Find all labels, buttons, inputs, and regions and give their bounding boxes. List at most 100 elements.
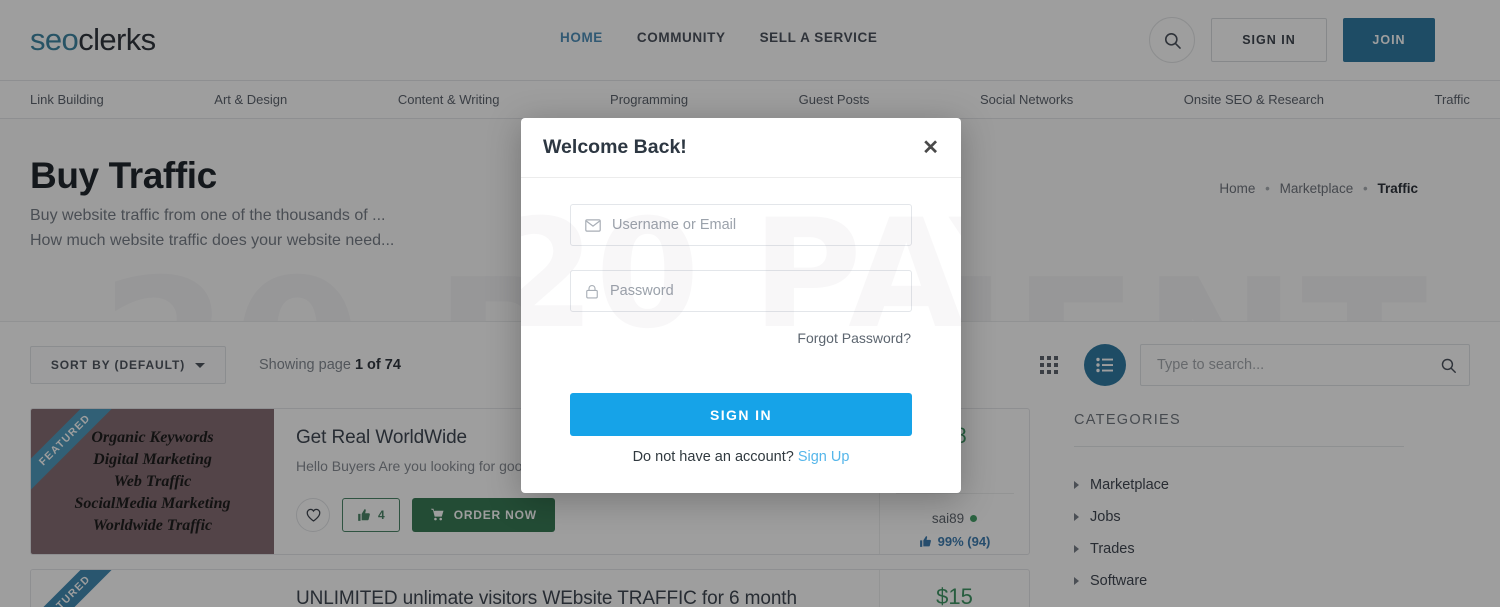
- breadcrumb-separator: •: [1362, 181, 1368, 196]
- thumbs-up-icon: [358, 509, 370, 521]
- modal-header: Welcome Back! ✕: [521, 118, 961, 178]
- sidebar-item-software[interactable]: Software: [1074, 565, 1404, 597]
- catnav-item-onsite-seo-research[interactable]: Onsite SEO & Research: [1184, 92, 1324, 107]
- catnav-item-art-design[interactable]: Art & Design: [214, 92, 287, 107]
- categories-list: Marketplace Jobs Trades Software: [1074, 469, 1404, 597]
- seller-rating: 99% (94): [919, 534, 991, 549]
- catnav-item-traffic[interactable]: Traffic: [1435, 92, 1470, 107]
- listing-thumbnail[interactable]: FEATURED Organic Keywords Digital Market…: [31, 409, 274, 554]
- logo-clerks-text: clerks: [78, 22, 156, 57]
- divider: [895, 493, 1014, 494]
- grid-view-button[interactable]: [1028, 344, 1070, 386]
- chevron-down-icon: [195, 362, 206, 368]
- join-button[interactable]: JOIN: [1343, 18, 1435, 62]
- signup-prompt: Do not have an account?: [632, 449, 794, 465]
- chevron-right-icon: [1074, 577, 1079, 585]
- username-placeholder: Username or Email: [612, 217, 737, 233]
- sidebar-item-label: Jobs: [1090, 509, 1121, 525]
- nav-item-sell-a-service[interactable]: SELL A SERVICE: [760, 30, 878, 45]
- envelope-icon: [585, 218, 601, 232]
- seller-info[interactable]: sai89: [931, 511, 978, 526]
- search-icon[interactable]: [1440, 357, 1457, 374]
- search-icon: [1164, 32, 1181, 49]
- sidebar-item-label: Marketplace: [1090, 477, 1169, 493]
- list-view-icon: [1096, 357, 1113, 373]
- thumb-line: Worldwide Traffic: [92, 517, 213, 534]
- signup-row: Do not have an account? Sign Up: [570, 449, 912, 493]
- listing-body: UNLIMITED unlimate visitors WEbsite TRAF…: [274, 570, 879, 607]
- order-now-label: ORDER NOW: [453, 508, 537, 522]
- header-actions: SIGN IN JOIN: [1149, 17, 1435, 63]
- thumb-line: Web Traffic: [113, 473, 192, 490]
- site-logo[interactable]: seoclerks: [30, 22, 156, 58]
- forgot-password-link[interactable]: Forgot Password?: [570, 330, 912, 346]
- modal-signin-button[interactable]: SIGN IN: [570, 393, 912, 436]
- catnav-item-link-building[interactable]: Link Building: [30, 92, 104, 107]
- sidebar-item-label: Software: [1090, 573, 1148, 589]
- header-search-button[interactable]: [1149, 17, 1195, 63]
- favorite-button[interactable]: [296, 498, 330, 532]
- listing-title[interactable]: UNLIMITED unlimate visitors WEbsite TRAF…: [296, 588, 859, 607]
- thumb-line: SocialMedia Marketing: [74, 495, 231, 512]
- modal-title: Welcome Back!: [543, 136, 687, 158]
- lock-icon: [586, 284, 598, 298]
- sort-by-dropdown[interactable]: SORT BY (DEFAULT): [30, 346, 226, 384]
- listing-search-box[interactable]: [1140, 344, 1470, 386]
- online-status-dot: [970, 515, 978, 522]
- divider: [1074, 446, 1404, 447]
- category-navigation: Link Building Art & Design Content & Wri…: [0, 81, 1500, 119]
- thumb-line: Organic Keywords: [91, 429, 214, 446]
- signin-button[interactable]: SIGN IN: [1211, 18, 1327, 62]
- close-icon[interactable]: ✕: [922, 138, 939, 158]
- nav-item-home[interactable]: HOME: [560, 30, 603, 45]
- breadcrumb: Home • Marketplace • Traffic: [1219, 181, 1418, 196]
- listing-side-panel: $15: [879, 570, 1029, 607]
- order-now-button[interactable]: ORDER NOW: [411, 498, 555, 532]
- password-placeholder: Password: [610, 283, 674, 299]
- logo-seo-text: seo: [30, 22, 79, 57]
- categories-sidebar: CATEGORIES Marketplace Jobs Trades Softw…: [1074, 408, 1404, 607]
- showing-page-status: Showing page 1 of 74: [259, 357, 401, 373]
- thumb-line: Digital Marketing: [93, 451, 212, 468]
- sidebar-item-label: Trades: [1090, 541, 1135, 557]
- sort-by-label: SORT BY (DEFAULT): [50, 358, 186, 372]
- listing-thumbnail[interactable]: FEATURED: [31, 570, 274, 607]
- like-button[interactable]: 4: [342, 498, 400, 532]
- breadcrumb-item-home[interactable]: Home: [1219, 181, 1255, 196]
- seller-name: sai89: [931, 511, 965, 526]
- showing-prefix: Showing page: [259, 357, 351, 373]
- chevron-right-icon: [1074, 481, 1079, 489]
- thumbs-up-icon: [919, 536, 931, 547]
- password-field[interactable]: Password: [570, 270, 912, 312]
- listing-card[interactable]: FEATURED UNLIMITED unlimate visitors WEb…: [30, 569, 1030, 607]
- search-input[interactable]: [1157, 357, 1440, 373]
- username-field[interactable]: Username or Email: [570, 204, 912, 246]
- breadcrumb-separator: •: [1265, 181, 1270, 196]
- nav-item-community[interactable]: COMMUNITY: [637, 30, 726, 45]
- sidebar-item-jobs[interactable]: Jobs: [1074, 501, 1404, 533]
- page-root: seoclerks HOME COMMUNITY SELL A SERVICE …: [0, 0, 1500, 607]
- breadcrumb-item-marketplace[interactable]: Marketplace: [1280, 181, 1354, 196]
- showing-value: 1 of 74: [354, 357, 401, 373]
- breadcrumb-current-traffic: Traffic: [1377, 181, 1418, 196]
- catnav-item-guest-posts[interactable]: Guest Posts: [799, 92, 870, 107]
- sidebar-item-marketplace[interactable]: Marketplace: [1074, 469, 1404, 501]
- catnav-item-content-writing[interactable]: Content & Writing: [398, 92, 500, 107]
- chevron-right-icon: [1074, 513, 1079, 521]
- listing-price: $15: [936, 584, 973, 607]
- main-navigation: HOME COMMUNITY SELL A SERVICE: [560, 30, 878, 45]
- toolbar-right-group: [1028, 344, 1470, 386]
- like-count: 4: [378, 508, 385, 522]
- modal-body: 20 PAYMENT Username or Email Password Fo…: [521, 178, 961, 493]
- site-header: seoclerks HOME COMMUNITY SELL A SERVICE …: [0, 0, 1500, 81]
- catnav-item-programming[interactable]: Programming: [610, 92, 688, 107]
- listing-actions: 4 ORDER NOW: [296, 498, 555, 532]
- chevron-right-icon: [1074, 545, 1079, 553]
- catnav-item-social-networks[interactable]: Social Networks: [980, 92, 1073, 107]
- list-view-button[interactable]: [1084, 344, 1126, 386]
- rating-value: 99% (94): [937, 534, 991, 549]
- sidebar-item-trades[interactable]: Trades: [1074, 533, 1404, 565]
- login-modal: Welcome Back! ✕ 20 PAYMENT Username or E…: [521, 118, 961, 493]
- signup-link[interactable]: Sign Up: [798, 449, 850, 465]
- heart-icon: [306, 508, 320, 522]
